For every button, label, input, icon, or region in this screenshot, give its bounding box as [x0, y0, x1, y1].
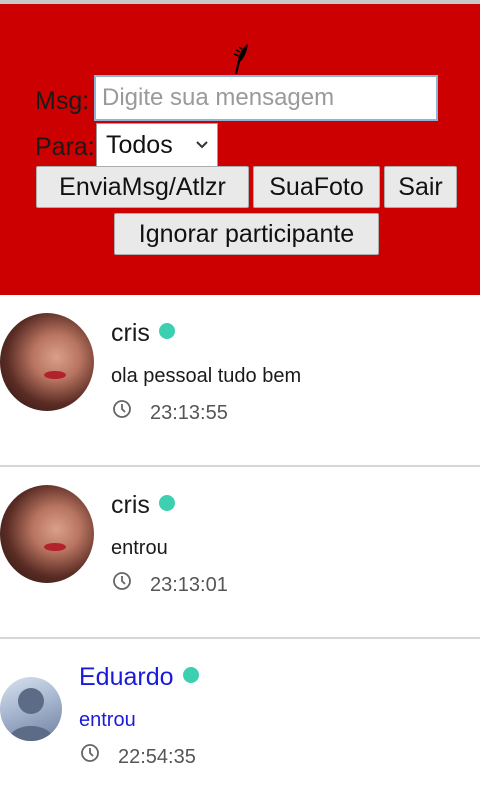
your-photo-button[interactable]: SuaFoto	[253, 166, 380, 208]
exit-button[interactable]: Sair	[384, 166, 457, 208]
recipient-select-value: Todos	[106, 130, 173, 159]
message-label: Msg:	[35, 87, 90, 115]
online-status-dot	[182, 667, 199, 683]
message-input[interactable]	[94, 75, 438, 121]
send-message-button[interactable]: EnviaMsg/Atlzr	[36, 166, 249, 208]
message-time: 23:13:01	[150, 574, 228, 596]
recipient-label: Para:	[35, 133, 95, 161]
sender-name[interactable]: cris	[111, 319, 175, 348]
sender-name[interactable]: Eduardo	[79, 663, 199, 692]
online-status-dot	[158, 495, 175, 511]
avatar[interactable]	[0, 313, 94, 411]
message-time: 22:54:35	[118, 746, 196, 768]
ignore-participant-button[interactable]: Ignorar participante	[114, 213, 379, 255]
clock-icon	[81, 744, 99, 762]
message-item: cris ola pessoal tudo bem 23:13:55	[0, 295, 480, 467]
message-item: cris entrou 23:13:01	[0, 467, 480, 639]
chevron-down-icon	[196, 141, 208, 149]
sender-name[interactable]: cris	[111, 491, 175, 520]
recipient-select[interactable]: Todos	[96, 123, 218, 167]
clock-icon	[113, 400, 131, 418]
avatar[interactable]	[0, 677, 62, 741]
default-user-icon	[8, 688, 54, 741]
message-text: entrou	[111, 537, 168, 559]
online-status-dot	[158, 323, 175, 339]
message-time: 23:13:55	[150, 402, 228, 424]
message-feed: cris ola pessoal tudo bem 23:13:55 cris …	[0, 295, 480, 800]
feather-logo-icon	[233, 44, 248, 74]
message-text: ola pessoal tudo bem	[111, 365, 302, 387]
message-text: entrou	[79, 709, 136, 731]
avatar[interactable]	[0, 485, 94, 583]
clock-icon	[113, 572, 131, 590]
message-item: Eduardo entrou 22:54:35	[0, 639, 480, 800]
